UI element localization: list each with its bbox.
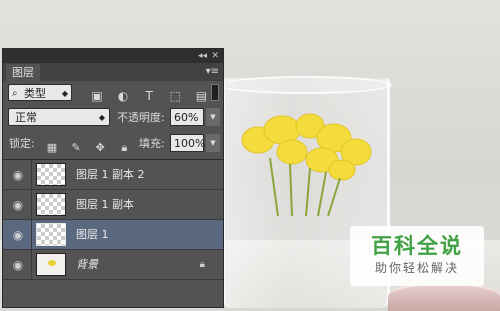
layer-name: 图层 1 — [76, 228, 109, 241]
layer-row[interactable]: ◉ 图层 1 副本 — [3, 190, 223, 220]
lock-icon: 🔒︎ — [199, 259, 205, 270]
layer-name: 图层 1 副本 — [76, 198, 134, 211]
layer-row[interactable]: ◉ 图层 1 副本 2 — [3, 160, 223, 190]
image-filter-icon[interactable]: ▣ — [89, 88, 105, 104]
updown-arrow-icon: ◆ — [61, 89, 68, 98]
lock-transparent-icon[interactable]: ▦ — [45, 140, 59, 156]
blend-mode-value: 正常 — [15, 111, 37, 124]
layer-thumbnail — [36, 163, 66, 186]
updown-arrow-icon: ◆ — [98, 113, 105, 122]
fill-label: 填充: — [139, 137, 165, 150]
layers-panel: ◂◂ ✕ 图层 ▾≡ ⌕ 类型 ◆ ▣ ◐ T ⬚ ▤ 正常 ◆ 不透明度: 6… — [2, 48, 224, 308]
panel-menu-icon[interactable]: ▾≡ — [206, 66, 219, 78]
panel-tab-row: 图层 ▾≡ — [3, 63, 223, 81]
yellow-flowers — [241, 113, 372, 217]
layer-name: 图层 1 副本 2 — [76, 168, 145, 181]
divider — [31, 160, 32, 189]
watermark-subtitle: 助你轻松解决 — [374, 261, 459, 275]
divider — [31, 250, 32, 279]
shape-filter-icon[interactable]: ⬚ — [167, 88, 183, 104]
layer-thumbnail — [36, 253, 66, 276]
filter-kind-label: 类型 — [24, 87, 46, 100]
lock-label: 锁定: — [9, 137, 35, 150]
layer-row-background[interactable]: ◉ 背景 🔒︎ — [3, 250, 223, 280]
panel-titlebar[interactable]: ◂◂ ✕ — [3, 49, 223, 63]
blend-row: 正常 ◆ 不透明度: 60% ▼ — [3, 107, 223, 129]
lock-icons: ▦ ✎ ✥ 🔒︎ — [45, 136, 136, 156]
pink-bowl — [388, 282, 500, 311]
divider — [31, 220, 32, 249]
double-chevron-icon[interactable]: ◂◂ — [198, 50, 207, 62]
fill-input[interactable]: 100% — [170, 134, 205, 152]
adjustment-filter-icon[interactable]: ◐ — [115, 88, 131, 104]
filter-row: ⌕ 类型 ◆ ▣ ◐ T ⬚ ▤ — [3, 81, 223, 105]
filter-toggle[interactable] — [211, 84, 219, 101]
layer-name: 背景 — [76, 258, 98, 271]
lock-position-icon[interactable]: ✥ — [93, 140, 107, 156]
layer-row-selected[interactable]: ◉ 图层 1 — [3, 220, 223, 250]
search-icon: ⌕ — [12, 88, 18, 99]
layer-list: ◉ 图层 1 副本 2 ◉ 图层 1 副本 ◉ 图层 1 ◉ 背景 🔒︎ — [3, 159, 223, 310]
eye-icon[interactable]: ◉ — [11, 198, 25, 212]
filter-kind-select[interactable]: ⌕ 类型 ◆ — [8, 84, 72, 101]
lock-image-icon[interactable]: ✎ — [69, 140, 83, 156]
eye-icon[interactable]: ◉ — [11, 168, 25, 182]
close-icon[interactable]: ✕ — [211, 50, 219, 62]
eye-icon[interactable]: ◉ — [11, 258, 25, 272]
divider — [31, 190, 32, 219]
fill-dropdown-icon[interactable]: ▼ — [206, 134, 220, 152]
type-filter-icon[interactable]: T — [141, 88, 157, 104]
eye-icon[interactable]: ◉ — [11, 228, 25, 242]
layer-thumbnail — [36, 193, 66, 216]
glass-rim — [218, 76, 392, 94]
watermark-logo: 百科全说 助你轻松解决 — [350, 226, 484, 286]
filter-icons: ▣ ◐ T ⬚ ▤ — [89, 85, 214, 104]
tab-layers[interactable]: 图层 — [6, 64, 40, 81]
watermark-title: 百科全说 — [371, 234, 463, 258]
opacity-input[interactable]: 60% — [170, 108, 204, 126]
lock-all-icon[interactable]: 🔒︎ — [117, 140, 131, 156]
opacity-label: 不透明度: — [117, 111, 165, 124]
lock-row: 锁定: ▦ ✎ ✥ 🔒︎ 填充: 100% ▼ — [3, 133, 223, 155]
smart-object-filter-icon[interactable]: ▤ — [193, 88, 209, 104]
opacity-dropdown-icon[interactable]: ▼ — [206, 108, 220, 126]
blend-mode-select[interactable]: 正常 ◆ — [8, 108, 110, 126]
layer-thumbnail — [36, 223, 66, 246]
